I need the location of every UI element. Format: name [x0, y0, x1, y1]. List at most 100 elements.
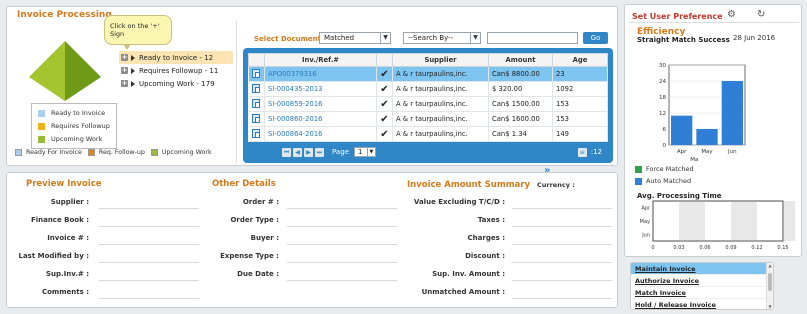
menu-item[interactable]: Hold / Release Invoice — [631, 299, 773, 311]
scroll-up-icon[interactable]: ▲ — [767, 263, 773, 268]
legend-swatch — [150, 149, 158, 156]
legend-swatch — [87, 149, 95, 156]
tree-item-label: Ready to Invoice - 12 — [139, 53, 214, 62]
menu-item[interactable]: Authorize Invoice — [631, 275, 773, 287]
x-tick-label: 0.03 — [673, 245, 684, 251]
legend-label: Ready to Invoice — [51, 109, 106, 117]
column-header-ref[interactable]: Inv./Ref.# — [264, 53, 377, 67]
chevron-down-icon: ▼ — [470, 33, 480, 43]
invoice-ref-link[interactable]: SI-000859-2016 — [264, 96, 377, 112]
prev-page-button[interactable]: ◀ — [293, 147, 302, 157]
invoice-ref-link[interactable]: APO00379316 — [264, 66, 377, 82]
legend-item: Upcoming Work — [145, 149, 212, 156]
refresh-icon[interactable]: ↻ — [757, 9, 765, 20]
y-tick-label: 0 — [663, 143, 667, 149]
table-row[interactable]: SI-000435-2013 ✔ A & r taurpaulins,inc. $ 3… — [248, 81, 608, 97]
document-icon[interactable] — [252, 68, 261, 78]
set-user-preference-link[interactable]: Set User Preference — [632, 12, 723, 21]
amount-cell: Can$ 1500.00 — [488, 96, 553, 112]
row-icon-cell[interactable] — [248, 126, 265, 142]
select-documents-label: Select Documents — [254, 35, 326, 43]
divider — [236, 21, 237, 163]
search-by-select[interactable]: --Search By-- ▼ — [403, 32, 481, 44]
invoice-ref-link[interactable]: SI-000864-2016 — [264, 126, 377, 142]
table-row[interactable]: SI-000860-2016 ✔ A & r taurpaulins,inc. Can… — [248, 111, 608, 127]
go-button[interactable]: Go — [583, 32, 608, 44]
table-row[interactable]: APO00379316 ✔ A & r taurpaulins,inc. Can$ 8… — [248, 66, 608, 82]
y-tick-label: 12 — [659, 111, 666, 117]
legend-item: Upcoming Work — [38, 134, 102, 144]
bar — [696, 129, 718, 145]
row-icon-cell[interactable] — [248, 81, 265, 97]
grid-band — [783, 201, 795, 241]
last-page-button[interactable]: ⏭ — [315, 147, 324, 157]
first-page-button[interactable]: ⏮ — [282, 147, 291, 157]
field-value-line — [287, 280, 397, 281]
x-tick-label: May — [701, 149, 713, 155]
bar — [721, 81, 743, 145]
table-row[interactable]: SI-000864-2016 ✔ A & r taurpaulins,inc. Can… — [248, 126, 608, 142]
next-page-button[interactable]: ▶ — [304, 147, 313, 157]
invoice-amount-summary-title: Invoice Amount Summary — [407, 180, 531, 190]
menu-scrollbar[interactable]: ▲ ▼ — [766, 263, 773, 309]
plus-icon[interactable]: + — [121, 80, 128, 87]
plus-icon[interactable]: + — [121, 67, 128, 74]
document-icon[interactable] — [252, 83, 261, 93]
legend-item: Ready to Invoice — [38, 108, 105, 118]
tree-item[interactable]: + Upcoming Work - 179 — [119, 77, 233, 90]
gear-icon[interactable]: ⚙ — [727, 9, 736, 20]
document-filter-value: Matched — [324, 34, 355, 42]
column-header-amount[interactable]: Amount — [488, 53, 553, 67]
right-sidebar: Set User Preference ⚙ ↻ Efficiency Strai… — [624, 4, 802, 257]
invoice-ref-link[interactable]: SI-000435-2013 — [264, 81, 377, 97]
column-header-age[interactable]: Age — [552, 53, 608, 67]
y-tick-label: 18 — [659, 95, 666, 101]
legend-label: Force Matched — [646, 165, 694, 173]
document-icon[interactable] — [252, 113, 261, 123]
field-value-line — [287, 226, 397, 227]
scroll-thumb[interactable] — [768, 273, 772, 291]
invoice-processing-title: Invoice Processing — [17, 10, 112, 20]
x-tick-label: 0.15 — [777, 245, 788, 251]
tree-item[interactable]: + Ready to Invoice - 12 — [119, 51, 233, 64]
field-value-line — [99, 280, 199, 281]
document-filter-select[interactable]: Matched ▼ — [319, 32, 391, 44]
row-icon-cell[interactable] — [248, 66, 265, 82]
document-icon[interactable] — [252, 98, 261, 108]
tree-item-label: Upcoming Work - 179 — [139, 79, 215, 88]
legend-swatch — [38, 109, 45, 117]
grid-band — [731, 201, 757, 241]
field-value-line — [512, 226, 612, 227]
row-icon-cell[interactable] — [248, 111, 265, 127]
legend-label: Requires Followup — [51, 122, 110, 130]
list-icon[interactable]: ≡ — [577, 147, 587, 157]
search-input[interactable] — [487, 32, 578, 44]
menu-item[interactable]: Maintain Invoice — [631, 263, 773, 275]
y-tick-label: 30 — [659, 63, 666, 69]
field-label: Taxes : — [477, 216, 505, 224]
invoice-ref-link[interactable]: SI-000860-2016 — [264, 111, 377, 127]
supplier-cell: A & r taurpaulins,inc. — [392, 66, 489, 82]
currency-label: Currency : — [537, 181, 575, 189]
supplier-cell: A & r taurpaulins,inc. — [392, 111, 489, 127]
document-icon[interactable] — [252, 128, 261, 138]
legend-swatch — [38, 122, 45, 130]
page-select[interactable]: 1 ▼ — [353, 147, 376, 157]
menu-item[interactable]: Match Invoice — [631, 287, 773, 299]
column-header-supplier[interactable]: Supplier — [392, 53, 489, 67]
legend-swatch — [15, 149, 22, 156]
tree-item[interactable]: + Requires Followup - 11 — [119, 64, 233, 77]
x-tick-label: Jun — [727, 149, 737, 155]
row-icon-cell[interactable] — [248, 96, 265, 112]
efficiency-subtitle: Straight Match Success — [637, 36, 730, 44]
field-value-line — [99, 244, 199, 245]
field-value-line — [512, 244, 612, 245]
other-details-title: Other Details — [212, 179, 276, 189]
preview-invoice-title: Preview Invoice — [26, 179, 102, 189]
table-row[interactable]: SI-000859-2016 ✔ A & r taurpaulins,inc. Can… — [248, 96, 608, 112]
x-tick-label: 0.06 — [699, 245, 710, 251]
invoice-processing-panel: Invoice Processing Click on the '+' Sign… — [6, 6, 618, 176]
plus-icon[interactable]: + — [121, 54, 128, 61]
scroll-down-icon[interactable]: ▼ — [767, 304, 773, 309]
field-label: Discount : — [465, 252, 505, 260]
